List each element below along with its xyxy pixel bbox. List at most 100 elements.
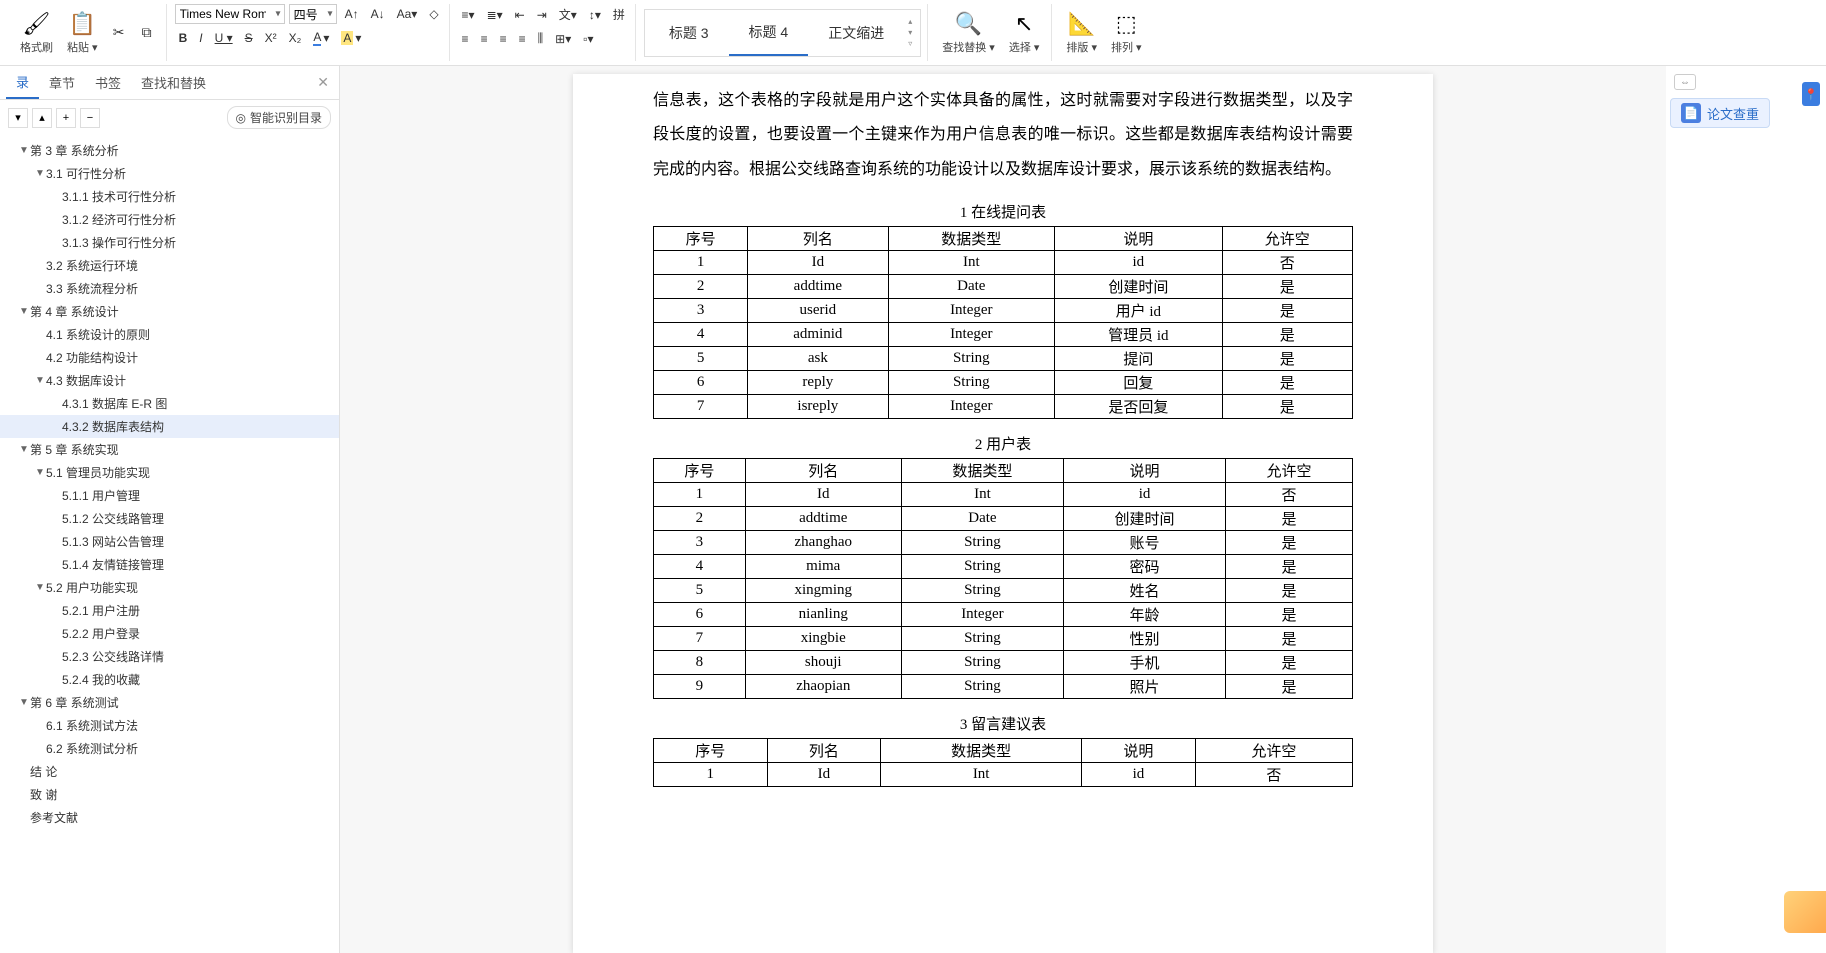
table-row: 9zhaopianString照片是: [654, 675, 1353, 699]
align-center-button[interactable]: ≡: [477, 30, 492, 48]
cursor-icon: ↖: [1011, 11, 1037, 37]
table-cell: Integer: [888, 395, 1055, 419]
highlight-button[interactable]: A ▾: [337, 29, 365, 47]
outline-item[interactable]: 5.1.3 网站公告管理: [0, 530, 339, 553]
outline-item[interactable]: 3.1.3 操作可行性分析: [0, 231, 339, 254]
shrink-font-button[interactable]: A↓: [367, 5, 389, 23]
italic-button[interactable]: I: [195, 29, 206, 47]
table-cell: 否: [1222, 251, 1352, 275]
outline-item[interactable]: 3.3 系统流程分析: [0, 277, 339, 300]
outline-item[interactable]: ▼3.1 可行性分析: [0, 162, 339, 185]
smart-toc-button[interactable]: ◎智能识别目录: [227, 106, 332, 129]
outline-item[interactable]: 4.1 系统设计的原则: [0, 323, 339, 346]
subscript-button[interactable]: X₂: [285, 29, 306, 47]
align-right-button[interactable]: ≡: [496, 30, 511, 48]
sidebar-tab-bookmark[interactable]: 书签: [85, 67, 131, 98]
outline-remove-button[interactable]: −: [80, 108, 100, 128]
outline-next-button[interactable]: ▴: [32, 108, 52, 128]
paper-check-button[interactable]: 📄 论文查重: [1670, 98, 1770, 128]
table-cell: Int: [901, 483, 1063, 507]
body-paragraph: 信息表，这个表格的字段就是用户这个实体具备的属性，这时就需要对字段进行数据类型，…: [653, 84, 1353, 187]
table-header-cell: 序号: [654, 739, 768, 763]
outline-item[interactable]: 4.3.1 数据库 E-R 图: [0, 392, 339, 415]
outline-item[interactable]: 致 谢: [0, 783, 339, 806]
sidebar-tab-chapter[interactable]: 章节: [39, 67, 85, 98]
select-button[interactable]: ↖ 选择 ▾: [1003, 9, 1046, 57]
outline-item[interactable]: 3.1.2 经济可行性分析: [0, 208, 339, 231]
bold-button[interactable]: B: [175, 29, 192, 47]
increase-indent-button[interactable]: ⇥: [533, 6, 551, 24]
outline-item[interactable]: 3.1.1 技术可行性分析: [0, 185, 339, 208]
align-left-button[interactable]: ≡: [458, 30, 473, 48]
borders-button[interactable]: ▫▾: [579, 30, 597, 48]
outline-item[interactable]: 5.1.2 公交线路管理: [0, 507, 339, 530]
outline-item[interactable]: ▼第 5 章 系统实现: [0, 438, 339, 461]
outline-item[interactable]: ▼4.3 数据库设计: [0, 369, 339, 392]
panel-collapse-handle[interactable]: ⇔: [1674, 74, 1696, 90]
outline-item[interactable]: 5.2.3 公交线路详情: [0, 645, 339, 668]
outline-item[interactable]: 5.2.4 我的收藏: [0, 668, 339, 691]
cut-button[interactable]: ✂: [106, 22, 132, 44]
font-size-select[interactable]: [289, 4, 337, 24]
underline-button[interactable]: U ▾: [211, 29, 237, 47]
table-cell: 是: [1222, 275, 1352, 299]
outline-item[interactable]: ▼5.2 用户功能实现: [0, 576, 339, 599]
style-heading3[interactable]: 标题 3: [649, 10, 729, 56]
change-case-button[interactable]: Aa▾: [393, 5, 422, 23]
format-painter-button[interactable]: 🖌 格式刷: [14, 9, 59, 57]
outline-item[interactable]: ▼第 3 章 系统分析: [0, 139, 339, 162]
outline-item[interactable]: 参考文献: [0, 806, 339, 829]
font-color-button[interactable]: A ▾: [309, 28, 333, 48]
outline-item[interactable]: 6.2 系统测试分析: [0, 737, 339, 760]
sidebar-tab-find[interactable]: 查找和替换: [131, 67, 216, 98]
document-viewport[interactable]: 信息表，这个表格的字段就是用户这个实体具备的属性，这时就需要对字段进行数据类型，…: [340, 66, 1666, 953]
outline-item[interactable]: 结 论: [0, 760, 339, 783]
outline-item[interactable]: 5.1.1 用户管理: [0, 484, 339, 507]
outline-item[interactable]: 5.2.1 用户注册: [0, 599, 339, 622]
paste-button[interactable]: 📋 粘贴 ▾: [61, 9, 104, 57]
outline-item-label: 4.2 功能结构设计: [46, 349, 138, 366]
tab-stops-button[interactable]: ⊞▾: [551, 30, 575, 48]
layout-button[interactable]: 📐 排版 ▾: [1060, 9, 1103, 57]
style-heading4[interactable]: 标题 4: [729, 10, 809, 56]
decrease-indent-button[interactable]: ⇤: [511, 6, 529, 24]
styles-more-button[interactable]: ▿: [908, 39, 912, 48]
layout-icon: 📐: [1069, 11, 1095, 37]
distributed-button[interactable]: ⫼: [534, 29, 548, 48]
sidebar-close-button[interactable]: ✕: [313, 70, 333, 95]
copy-button[interactable]: ⧉: [134, 22, 160, 44]
bullets-button[interactable]: ≡▾: [458, 6, 479, 24]
outline-item[interactable]: 5.1.4 友情链接管理: [0, 553, 339, 576]
outline-item[interactable]: ▼5.1 管理员功能实现: [0, 461, 339, 484]
line-spacing-button[interactable]: ↕▾: [585, 6, 605, 24]
phonetic-button[interactable]: 拼: [609, 4, 629, 25]
align-justify-button[interactable]: ≡: [515, 30, 530, 48]
outline-item[interactable]: 6.1 系统测试方法: [0, 714, 339, 737]
outline-item[interactable]: 5.2.2 用户登录: [0, 622, 339, 645]
outline-prev-button[interactable]: ▾: [8, 108, 28, 128]
outline-item[interactable]: 4.2 功能结构设计: [0, 346, 339, 369]
outline-add-button[interactable]: +: [56, 108, 76, 128]
clear-format-button[interactable]: ◇: [425, 5, 442, 23]
grow-font-button[interactable]: A↑: [341, 5, 363, 23]
outline-item[interactable]: ▼第 6 章 系统测试: [0, 691, 339, 714]
styles-up-button[interactable]: ▴: [908, 17, 912, 26]
table-caption: 2 用户表: [653, 433, 1353, 454]
strike-button[interactable]: S: [241, 29, 257, 47]
find-replace-button[interactable]: 🔍 查找替换 ▾: [936, 9, 1001, 57]
arrange-button[interactable]: ⬚ 排列 ▾: [1105, 9, 1148, 57]
superscript-button[interactable]: X²: [261, 29, 281, 47]
sidebar-tab-toc[interactable]: 录: [6, 66, 39, 99]
numbering-button[interactable]: ≣▾: [483, 6, 507, 24]
styles-down-button[interactable]: ▾: [908, 28, 912, 37]
outline-item[interactable]: 4.3.2 数据库表结构: [0, 415, 339, 438]
outline-item[interactable]: ▼第 4 章 系统设计: [0, 300, 339, 323]
table-cell: 创建时间: [1055, 275, 1223, 299]
font-name-select[interactable]: [175, 4, 285, 24]
outline-item[interactable]: 3.2 系统运行环境: [0, 254, 339, 277]
locator-pin-button[interactable]: 📍: [1802, 82, 1820, 106]
style-body-indent[interactable]: 正文缩进: [808, 10, 904, 56]
text-direction-button[interactable]: 文▾: [555, 4, 581, 25]
outline-tree: ▼第 3 章 系统分析▼3.1 可行性分析3.1.1 技术可行性分析3.1.2 …: [0, 135, 339, 953]
assistant-badge[interactable]: [1784, 891, 1826, 933]
